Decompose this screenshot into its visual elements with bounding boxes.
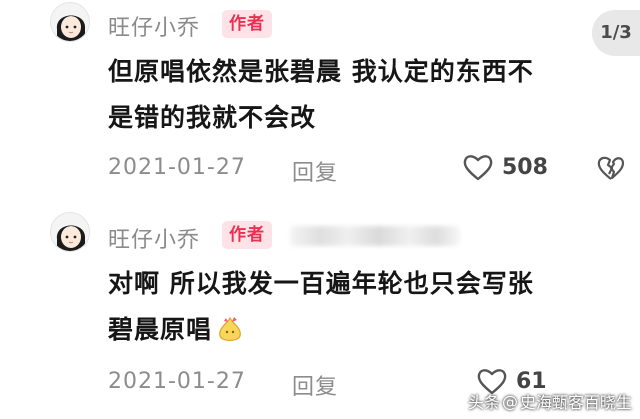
avatar-girl-icon — [51, 3, 89, 41]
comment-date: 2021-01-27 — [108, 369, 246, 394]
watermark: 头条 @ 史海甄客百晓生 — [468, 389, 632, 413]
like-button[interactable]: 508 — [462, 152, 548, 182]
username[interactable]: 旺仔小乔 — [108, 222, 200, 254]
author-badge: 作者 — [222, 10, 272, 38]
username[interactable]: 旺仔小乔 — [108, 10, 200, 42]
comment-thread: 旺仔小乔 作者 1/3 但原唱依然是张碧晨 我认定的东西不 是错的我就不会改 2… — [0, 0, 640, 419]
reply-button[interactable]: 回复 — [292, 155, 338, 187]
author-badge: 作者 — [222, 221, 272, 249]
avatar-girl-icon — [51, 213, 89, 251]
comment-date: 2021-01-27 — [108, 155, 246, 180]
like-count: 508 — [502, 154, 548, 180]
comment-text-line-2: 是错的我就不会改 — [108, 103, 317, 132]
watermark-account: 史海甄客百晓生 — [519, 393, 632, 412]
comment-text-line-1: 对啊 所以我发一百遍年轮也只会写张 — [108, 269, 534, 298]
watermark-prefix: 头条 — [467, 393, 500, 412]
reply-button[interactable]: 回复 — [292, 369, 338, 401]
heart-icon — [463, 155, 493, 181]
sparkle-emoji-icon — [216, 314, 244, 358]
broken-heart-icon — [597, 156, 625, 180]
avatar[interactable] — [50, 212, 90, 252]
blurred-region — [290, 226, 460, 246]
comment-text-content: 碧晨原唱 — [108, 315, 213, 344]
comment-text-line-2: 碧晨原唱 — [108, 308, 244, 358]
avatar[interactable] — [50, 2, 90, 42]
page-indicator: 1/3 — [592, 10, 640, 56]
watermark-at: @ — [501, 391, 518, 411]
comment-text-line-1: 但原唱依然是张碧晨 我认定的东西不 — [108, 57, 534, 86]
dislike-button[interactable] — [596, 154, 626, 182]
